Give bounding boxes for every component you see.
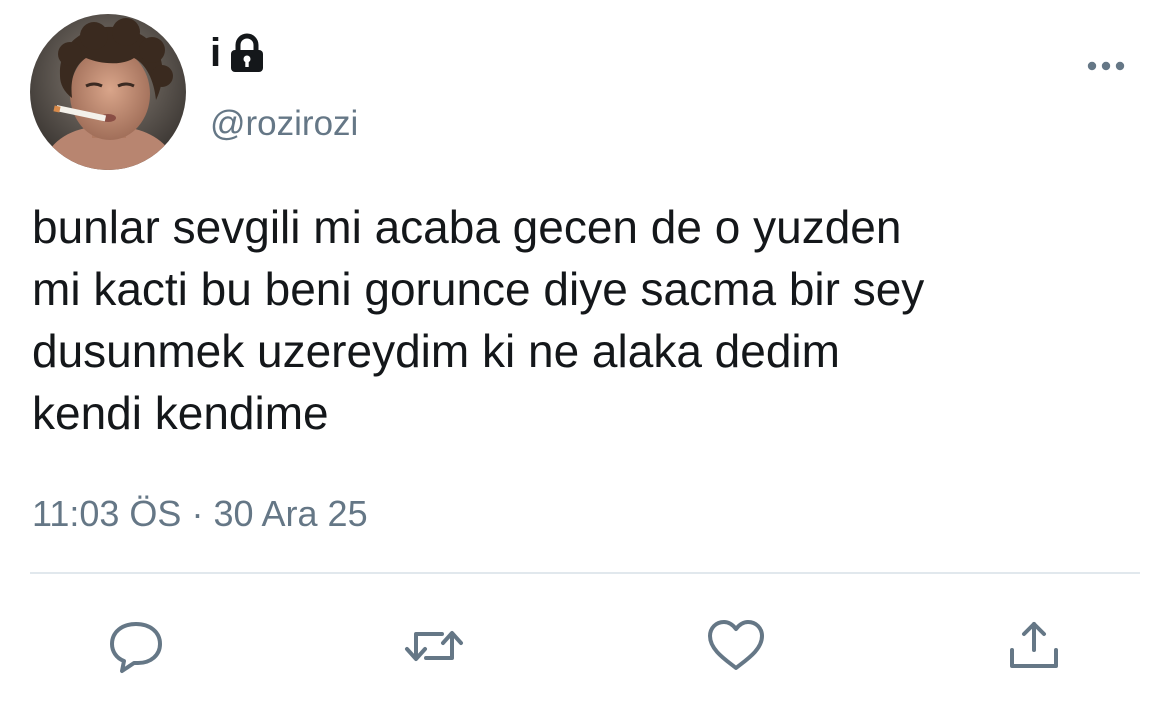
tweet-time[interactable]: 11:03 ÖS (32, 493, 181, 534)
author-name-row: i (210, 30, 265, 76)
avatar-image (30, 14, 186, 170)
reply-icon (110, 622, 162, 673)
tweet-meta: 11:03 ÖS · 30 Ara 25 (32, 492, 368, 536)
tweet-date[interactable]: 30 Ara 25 (213, 493, 367, 534)
avatar[interactable] (30, 14, 186, 170)
share-icon (1010, 622, 1058, 668)
tweet-text: bunlar sevgili mi acaba gecen de o yuzde… (32, 201, 925, 439)
retweet-icon (405, 631, 463, 661)
heart-icon (708, 620, 764, 670)
user-handle[interactable]: @rozirozi (210, 104, 358, 144)
meta-separator: · (191, 493, 204, 534)
retweet-button[interactable] (404, 618, 464, 674)
more-options-icon[interactable] (1084, 56, 1128, 76)
divider (30, 572, 1140, 574)
display-name[interactable]: i (210, 30, 221, 76)
reply-button[interactable] (106, 618, 166, 674)
lock-icon (229, 33, 265, 73)
share-button[interactable] (1004, 618, 1064, 674)
like-button[interactable] (706, 618, 766, 674)
